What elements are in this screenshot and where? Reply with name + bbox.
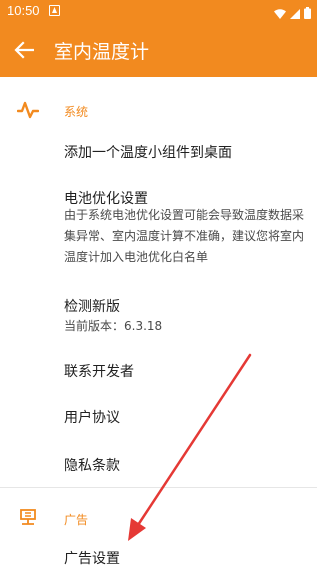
- current-version: 当前版本：6.3.18: [64, 319, 163, 333]
- privacy-item[interactable]: 隐私条款: [64, 455, 120, 475]
- ad-icon: [16, 506, 40, 528]
- app-bar: 室内温度计: [0, 23, 317, 77]
- status-time: 10:50: [7, 3, 40, 18]
- back-button[interactable]: [10, 36, 38, 64]
- contact-developer-item[interactable]: 联系开发者: [64, 361, 134, 381]
- notification-a-icon: [49, 5, 60, 16]
- wifi-icon: [274, 4, 286, 23]
- arrow-left-icon: [14, 41, 34, 59]
- status-icons: [274, 4, 311, 23]
- ad-settings-item[interactable]: 广告设置: [64, 548, 120, 568]
- annotation-arrow: [128, 353, 252, 541]
- signal-icon: [290, 4, 300, 23]
- section-title-system: 系统: [64, 105, 89, 119]
- section-divider: [0, 487, 317, 488]
- page-title: 室内温度计: [54, 41, 150, 63]
- battery-optimization-summary: 由于系统电池优化设置可能会导致温度数据采集异常、室内温度计算不准确，建议您将室内…: [64, 208, 305, 264]
- section-title-ads: 广告: [64, 513, 89, 527]
- waveform-icon: [16, 99, 40, 121]
- battery-icon: [304, 4, 311, 23]
- user-agreement-item[interactable]: 用户协议: [64, 407, 120, 427]
- status-bar: 10:50: [0, 0, 317, 23]
- check-update-item[interactable]: 检测新版: [64, 296, 120, 316]
- add-widget-item[interactable]: 添加一个温度小组件到桌面: [64, 142, 232, 162]
